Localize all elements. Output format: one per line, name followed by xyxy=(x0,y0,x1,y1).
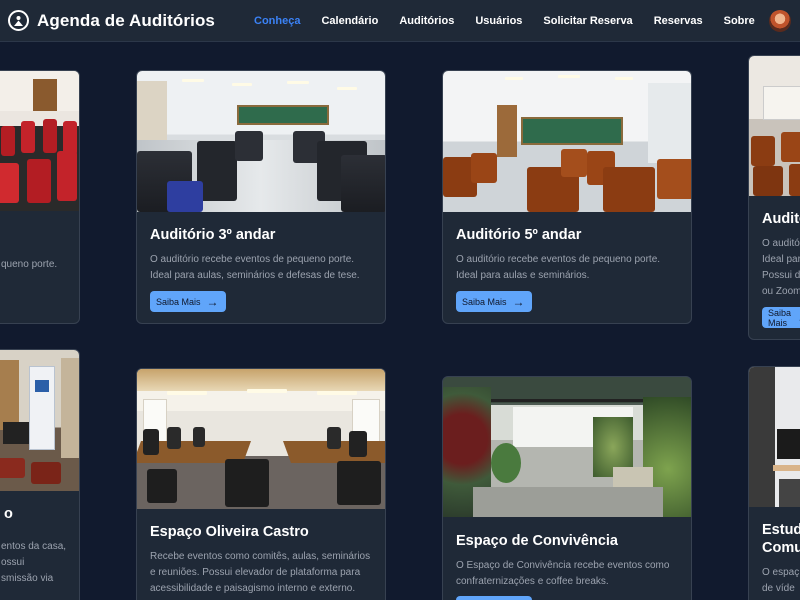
card-title: Auditório 5º andar xyxy=(456,227,582,243)
card-description: O auditório recebe eventos de pequeno po… xyxy=(150,254,360,282)
card-image xyxy=(749,367,800,507)
card-image xyxy=(0,350,79,491)
card-auditorio-5-andar: Auditório 5º andar O auditório recebe ev… xyxy=(442,70,692,324)
navbar: Agenda de Auditórios Conheça Calendário … xyxy=(0,0,800,42)
nav-item-reservas[interactable]: Reservas xyxy=(654,15,703,27)
saiba-mais-button[interactable]: Saiba Mais→ xyxy=(762,307,800,329)
saiba-mais-button[interactable]: Saiba Mais→ xyxy=(150,291,226,313)
card-partial-right-2: Estud Comu O espaç de víde xyxy=(748,366,800,600)
main-nav: Conheça Calendário Auditórios Usuários S… xyxy=(254,0,776,42)
arrow-right-icon: → xyxy=(206,294,219,309)
card-image xyxy=(443,377,691,517)
card-image xyxy=(0,71,79,211)
card-espaco-de-convivencia: Espaço de Convivência O Espaço de Conviv… xyxy=(442,376,692,600)
nav-item-calendario[interactable]: Calendário xyxy=(321,15,378,27)
nav-item-usuarios[interactable]: Usuários xyxy=(475,15,522,27)
card-description: O Espaço de Convivência recebe eventos c… xyxy=(456,560,670,588)
brand-title: Agenda de Auditórios xyxy=(37,10,215,30)
card-title: Estud Comu xyxy=(762,522,800,557)
logo-icon xyxy=(8,10,29,31)
saiba-mais-button[interactable]: Saiba Mais→ xyxy=(456,291,532,313)
arrow-right-icon: → xyxy=(512,294,525,309)
nav-item-solicitar-reserva[interactable]: Solicitar Reserva xyxy=(543,15,632,27)
card-description: queno porte. xyxy=(1,259,58,270)
nav-item-conheca[interactable]: Conheça xyxy=(254,15,300,27)
card-title: o xyxy=(4,506,13,522)
card-espaco-oliveira-castro: Espaço Oliveira Castro Recebe eventos co… xyxy=(136,368,386,600)
card-image xyxy=(749,56,800,196)
card-auditorio-3-andar: Auditório 3º andar O auditório recebe ev… xyxy=(136,70,386,324)
card-description: O auditó Ideal par Possui d ou Zoom xyxy=(762,238,800,298)
brand[interactable]: Agenda de Auditórios xyxy=(8,10,215,31)
card-partial-left-1: queno porte. xyxy=(0,70,80,324)
saiba-mais-button[interactable]: Saiba Mais→ xyxy=(456,596,532,600)
card-image xyxy=(443,71,691,212)
card-description: O auditório recebe eventos de pequeno po… xyxy=(456,254,661,282)
card-description: entos da casa, ossui smissão via xyxy=(1,541,67,585)
card-title: Auditório 3º andar xyxy=(150,227,276,243)
nav-item-auditorios[interactable]: Auditórios xyxy=(399,15,454,27)
nav-item-sobre[interactable]: Sobre xyxy=(724,15,755,27)
card-title: Auditó xyxy=(762,211,800,227)
card-image xyxy=(137,71,385,212)
card-description: O espaç de víde xyxy=(762,567,800,595)
avatar[interactable] xyxy=(769,10,791,32)
card-partial-right-1: Auditó O auditó Ideal par Possui d ou Zo… xyxy=(748,55,800,340)
card-partial-left-2: o entos da casa, ossui smissão via xyxy=(0,349,80,600)
card-image xyxy=(137,369,385,509)
card-description: Recebe eventos como comitês, aulas, semi… xyxy=(150,551,371,595)
card-title: Espaço Oliveira Castro xyxy=(150,524,309,540)
card-title: Espaço de Convivência xyxy=(456,533,618,549)
